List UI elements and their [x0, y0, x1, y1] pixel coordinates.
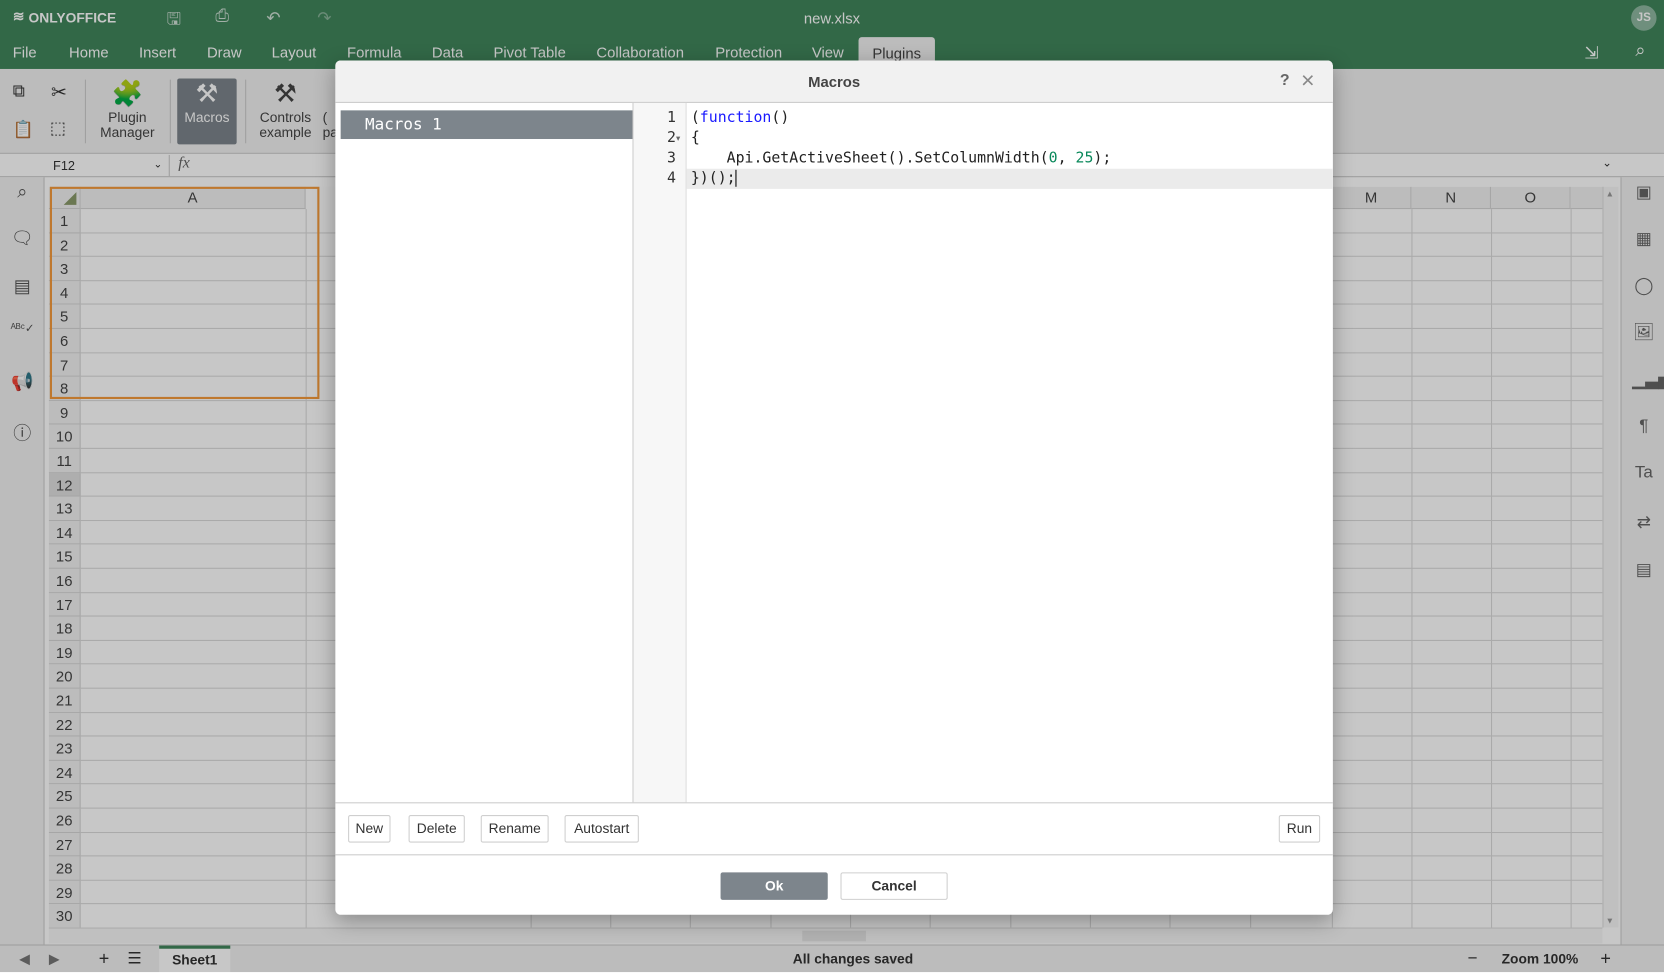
macro-list-item[interactable]: Macros 1	[341, 110, 633, 139]
line-number: 4	[634, 169, 676, 189]
cancel-button[interactable]: Cancel	[840, 872, 947, 900]
divider	[335, 802, 1333, 803]
macros-dialog: Macros ? × Macros 1 12▾34 (function(){ A…	[335, 60, 1333, 914]
line-number: 2	[634, 128, 676, 148]
code-text: ()	[771, 109, 789, 126]
text-cursor	[736, 170, 737, 187]
code-keyword: function	[700, 109, 772, 126]
fold-arrow-icon[interactable]: ▾	[676, 128, 680, 148]
ok-button[interactable]: Ok	[721, 872, 828, 900]
code-line[interactable]: (function()	[687, 108, 1333, 128]
help-button[interactable]: ?	[1280, 71, 1290, 89]
code-text: );	[1093, 150, 1111, 167]
code-editor[interactable]: (function(){ Api.GetActiveSheet().SetCol…	[687, 103, 1333, 802]
line-number-gutter: 12▾34	[634, 103, 687, 802]
rename-macro-button[interactable]: Rename	[481, 815, 549, 843]
code-line[interactable]: })();	[687, 169, 1333, 189]
close-icon[interactable]: ×	[1301, 67, 1315, 95]
code-line[interactable]: Api.GetActiveSheet().SetColumnWidth(0, 2…	[687, 149, 1333, 169]
macro-list: Macros 1	[335, 103, 633, 802]
code-number: 25	[1075, 150, 1093, 167]
code-text: })();	[691, 170, 736, 187]
code-text: Api.GetActiveSheet().SetColumnWidth(	[691, 150, 1049, 167]
delete-macro-button[interactable]: Delete	[409, 815, 465, 843]
line-number: 1	[634, 108, 676, 128]
autostart-button[interactable]: Autostart	[565, 815, 639, 843]
run-button[interactable]: Run	[1279, 815, 1320, 843]
divider	[335, 854, 1333, 855]
line-number: 3	[634, 149, 676, 169]
code-text: ,	[1058, 150, 1076, 167]
code-number: 0	[1049, 150, 1058, 167]
code-text: {	[691, 129, 700, 146]
code-line[interactable]: {	[687, 128, 1333, 148]
dialog-title: Macros	[335, 60, 1333, 102]
new-macro-button[interactable]: New	[348, 815, 390, 843]
